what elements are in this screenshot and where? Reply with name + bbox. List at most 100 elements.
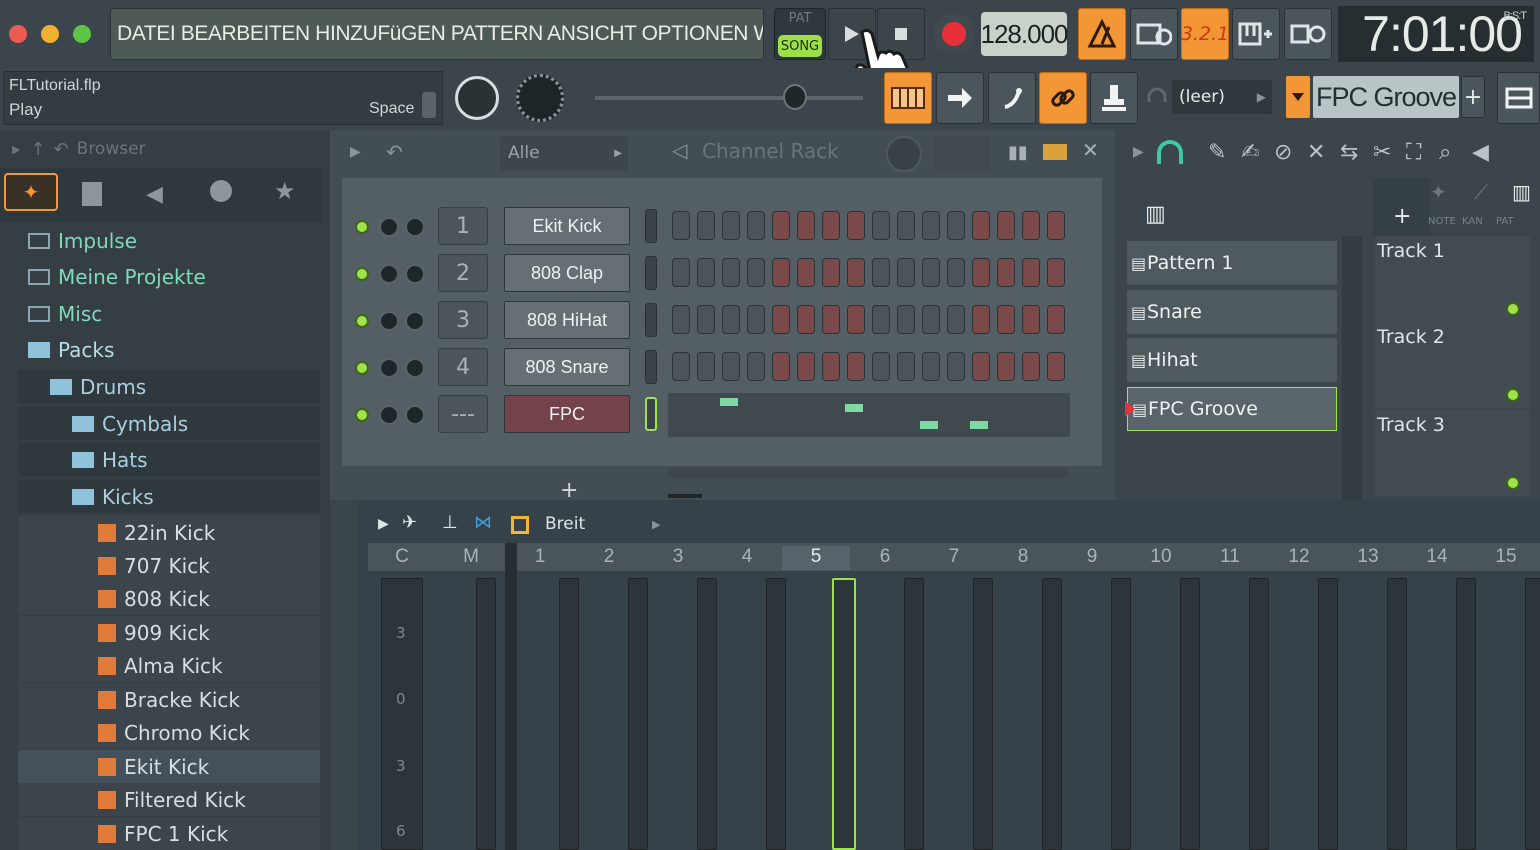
step-button[interactable] [997, 258, 1015, 287]
step-button[interactable] [722, 211, 740, 240]
channel-select-indicator[interactable] [645, 303, 657, 337]
minimize-window-button[interactable] [41, 25, 59, 43]
pattern-item[interactable]: ▤ FPC Groove [1127, 387, 1337, 431]
rack-scroll-thumb[interactable] [668, 494, 702, 498]
channel-volume-knob[interactable] [405, 264, 425, 284]
speaker-icon[interactable]: ◀ [146, 182, 163, 207]
step-button[interactable] [672, 211, 690, 240]
mixer-fader-strip[interactable] [1180, 578, 1200, 850]
master-fader-handle[interactable] [783, 84, 807, 110]
document-icon[interactable] [82, 182, 102, 206]
globe-icon[interactable] [210, 180, 232, 202]
mixer-fader-strip[interactable] [832, 578, 856, 850]
step-button[interactable] [947, 305, 965, 334]
step-button[interactable] [922, 352, 940, 381]
metronome-button[interactable] [1078, 8, 1126, 60]
step-button[interactable] [1022, 258, 1040, 287]
channel-volume-knob[interactable] [405, 358, 425, 378]
channel-mute-led[interactable] [355, 220, 369, 234]
browser-item[interactable]: 22in Kick [18, 516, 320, 549]
step-button[interactable] [1047, 211, 1065, 240]
step-button[interactable] [797, 211, 815, 240]
browser-item[interactable]: FPC 1 Kick [18, 817, 320, 850]
channel-select-indicator[interactable] [645, 397, 657, 431]
step-button[interactable] [1022, 352, 1040, 381]
step-button[interactable] [697, 305, 715, 334]
step-button[interactable] [747, 305, 765, 334]
plugin-picker-button[interactable] [988, 72, 1036, 124]
step-button[interactable] [772, 352, 790, 381]
step-button[interactable] [947, 352, 965, 381]
master-pitch-knob[interactable] [516, 74, 564, 122]
browser-item[interactable]: Kicks [18, 480, 320, 513]
channel-name-button[interactable]: 808 Clap [504, 254, 630, 292]
step-button[interactable] [997, 211, 1015, 240]
step-button[interactable] [972, 258, 990, 287]
main-menu[interactable]: DATEI BEARBEITEN HINZUFüGEN PATTERN ANSI… [110, 8, 764, 60]
swing-knob[interactable] [886, 136, 922, 172]
step-button[interactable] [822, 305, 840, 334]
channel-mute-led[interactable] [355, 408, 369, 422]
step-button[interactable] [722, 352, 740, 381]
channel-pan-knob[interactable] [379, 217, 399, 237]
step-button[interactable] [922, 211, 940, 240]
arrow-tool-button[interactable] [936, 72, 984, 124]
step-button[interactable] [1022, 211, 1040, 240]
step-button[interactable] [747, 211, 765, 240]
mixer-button[interactable] [1090, 72, 1138, 124]
pattern-item[interactable]: ▤ Hihat [1127, 338, 1337, 382]
piano-roll-view-button[interactable] [884, 72, 932, 124]
channel-mixer-track[interactable]: 3 [438, 301, 488, 339]
step-button[interactable] [822, 352, 840, 381]
step-sequencer-icon[interactable] [1043, 144, 1067, 160]
bowtie-icon[interactable]: ⋈ [474, 512, 492, 533]
channel-pan-knob[interactable] [379, 358, 399, 378]
step-button[interactable] [947, 258, 965, 287]
step-button[interactable] [722, 305, 740, 334]
browser-item[interactable]: Chromo Kick [18, 716, 320, 749]
browser-item[interactable]: Impulse [18, 224, 320, 257]
browser-item[interactable]: Meine Projekte [18, 260, 320, 293]
slip-icon[interactable]: ⇆ [1340, 140, 1358, 165]
channel-mute-led[interactable] [355, 267, 369, 281]
browser-item[interactable]: 707 Kick [18, 549, 320, 582]
step-button[interactable] [772, 305, 790, 334]
step-button[interactable] [722, 258, 740, 287]
step-button[interactable] [872, 258, 890, 287]
mixer-fader-strip[interactable] [476, 578, 496, 850]
master-volume-knob[interactable] [455, 76, 499, 120]
graph-editor-icon[interactable]: ▮▮ [1008, 142, 1028, 163]
browser-item[interactable]: Hats [18, 443, 320, 476]
step-button[interactable] [672, 352, 690, 381]
step-button[interactable] [897, 258, 915, 287]
rack-scrollbar[interactable] [668, 468, 1068, 478]
select-icon[interactable]: ⛶ [1406, 140, 1421, 165]
loop-record-button[interactable] [1284, 8, 1332, 60]
tempo-display[interactable]: 128.000 [981, 12, 1069, 56]
mute-icon[interactable]: ✕ [1307, 140, 1325, 165]
step-button[interactable] [922, 258, 940, 287]
mixer-fader-strip[interactable] [1111, 578, 1131, 850]
step-button[interactable] [797, 305, 815, 334]
channel-name-button[interactable]: 808 Snare [504, 348, 630, 386]
step-button[interactable] [847, 305, 865, 334]
browser-item[interactable]: Misc [18, 297, 320, 330]
step-button[interactable] [922, 305, 940, 334]
channel-pan-knob[interactable] [379, 405, 399, 425]
browser-item[interactable]: Alma Kick [18, 649, 320, 682]
close-icon[interactable]: ✕ [1082, 138, 1099, 162]
square-icon[interactable] [511, 516, 529, 534]
browser-item[interactable]: Bracke Kick [18, 683, 320, 716]
mixer-fader-strip[interactable] [1387, 578, 1407, 850]
pin-icon[interactable]: ⊥ [442, 512, 458, 533]
channel-mute-led[interactable] [355, 314, 369, 328]
channel-mixer-track[interactable]: 2 [438, 254, 488, 292]
step-button[interactable] [847, 258, 865, 287]
channel-pan-knob[interactable] [379, 311, 399, 331]
channel-volume-knob[interactable] [405, 311, 425, 331]
step-button[interactable] [872, 305, 890, 334]
mixer-fader-strip[interactable] [1456, 578, 1476, 850]
pattern-menu-button[interactable] [1286, 76, 1310, 118]
back-icon[interactable]: ↶ [54, 139, 69, 160]
step-button[interactable] [847, 211, 865, 240]
